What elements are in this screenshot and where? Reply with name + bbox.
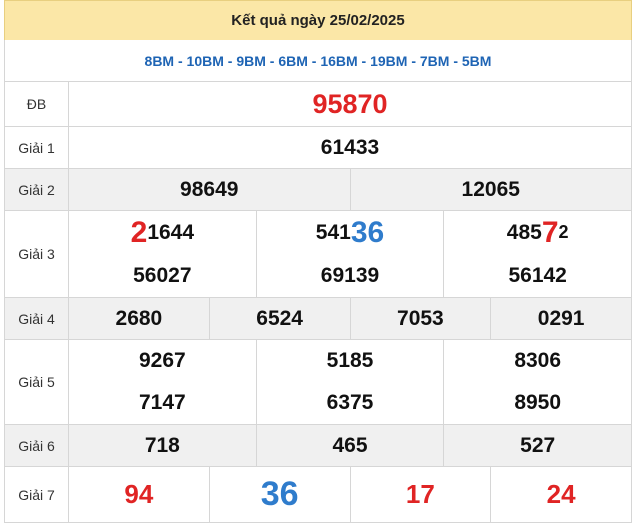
prize-number: 0291	[490, 298, 631, 339]
prize-row-g6: Giải 6 718 465 527	[4, 425, 632, 467]
prize-number: 69139	[255, 254, 444, 297]
prize-number: 98649	[180, 177, 239, 201]
prize-number: 8306	[443, 340, 631, 382]
prize-number: 485 7 2	[443, 211, 631, 254]
prize-number: 56027	[133, 263, 192, 287]
prize-number: 527	[443, 425, 631, 466]
highlight-digits: 7	[541, 215, 559, 249]
prize-label: Giải 7	[5, 467, 69, 522]
prize-number: 17	[349, 467, 491, 522]
prize-number: 541 36	[255, 211, 444, 254]
prize-label: Giải 5	[5, 340, 69, 424]
prize-label: ĐB	[5, 82, 69, 126]
results-header: Kết quả ngày 25/02/2025	[4, 0, 632, 40]
prize-number: 7147	[138, 391, 186, 414]
prize-label: Giải 3	[5, 211, 69, 297]
number-rest: 1644	[147, 220, 195, 244]
prize-row-g2: Giải 2 98649 12065	[4, 169, 632, 211]
highlight-digits: 36	[350, 215, 385, 249]
prize-number: 24	[490, 467, 631, 522]
number-prefix: 541	[315, 220, 351, 244]
prize-label: Giải 6	[5, 425, 69, 466]
prize-row-g1: Giải 1 61433	[4, 127, 632, 169]
prize-row-g3: Giải 3 2 1644 541 36 485 7 2 56027 69139 561…	[4, 211, 632, 298]
number-prefix: 485	[506, 220, 542, 244]
highlight-digits: 2	[130, 215, 148, 249]
prize-number: 94	[124, 479, 154, 509]
prize-number: 61433	[320, 135, 380, 159]
prize-number: 56142	[443, 254, 631, 297]
prize-label: Giải 2	[5, 169, 69, 210]
special-prize-number: 95870	[312, 88, 388, 119]
prize-label: Giải 4	[5, 298, 69, 339]
prize-number: 9267	[138, 349, 186, 372]
prize-row-g5: Giải 5 9267 5185 8306 7147 6375 8950	[4, 340, 632, 425]
prize-number: 12065	[349, 169, 632, 210]
results-table: Kết quả ngày 25/02/2025 8BM - 10BM - 9BM…	[4, 0, 632, 526]
prize-row-db: ĐB 95870	[4, 82, 632, 127]
prize-number: 7053	[349, 298, 491, 339]
prize-number: 6524	[208, 298, 350, 339]
prize-row-g7: Giải 7 94 36 17 24	[4, 467, 632, 523]
prize-number: 465	[255, 425, 444, 466]
draw-codes: 8BM - 10BM - 9BM - 6BM - 16BM - 19BM - 7…	[4, 40, 632, 82]
prize-row-g4: Giải 4 2680 6524 7053 0291	[4, 298, 632, 340]
number-suffix: 2	[558, 222, 569, 242]
prize-number: 36	[208, 467, 350, 522]
prize-number: 5185	[255, 340, 444, 382]
prize-number: 718	[144, 433, 180, 457]
prize-number: 6375	[255, 382, 444, 424]
prize-number: 2680	[115, 306, 163, 330]
prize-number: 2 1644	[69, 211, 256, 254]
prize-number: 8950	[443, 382, 631, 424]
prize-label: Giải 1	[5, 127, 69, 168]
